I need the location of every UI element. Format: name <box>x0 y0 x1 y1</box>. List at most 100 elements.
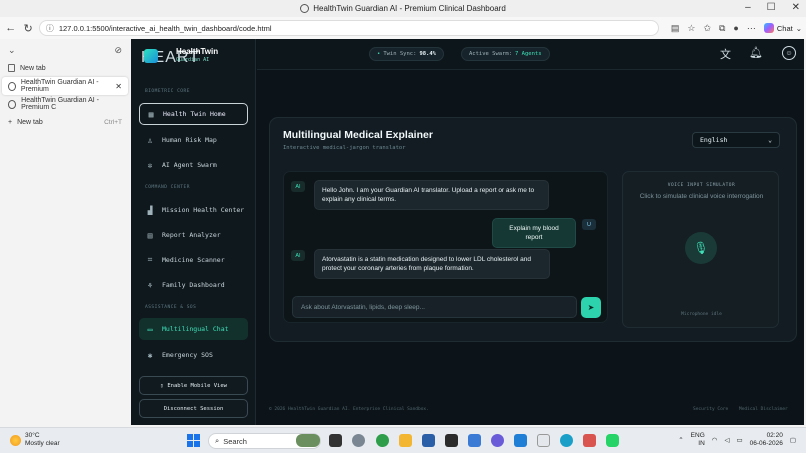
tab-healthtwin[interactable]: HealthTwin Guardian AI - Premium C <box>2 95 128 113</box>
asterisk-icon: ✱ <box>147 350 153 360</box>
section-label-biometric: BIOMETRIC CORE <box>145 89 190 94</box>
notification-icon[interactable]: ▢ <box>790 436 796 444</box>
sidebar-item-ai-agent-swarm[interactable]: ✲ AI Agent Swarm <box>139 154 248 176</box>
start-button[interactable] <box>187 434 200 447</box>
sidebar-item-health-twin-home[interactable]: ▦ Health Twin Home <box>139 103 248 125</box>
wifi-icon[interactable]: ◠ <box>712 436 718 444</box>
pin-panel-icon[interactable]: ⊘ <box>114 45 122 55</box>
status-dot-icon: • <box>377 51 381 57</box>
more-options-icon[interactable]: ⋯ <box>747 23 756 34</box>
person-icon: ♙ <box>147 135 153 145</box>
back-button[interactable]: ← <box>4 21 17 35</box>
clock[interactable]: 02:20 06-06-2026 <box>750 432 783 448</box>
snipping-tool-icon[interactable] <box>583 434 596 447</box>
voice-input-simulator[interactable]: VOICE INPUT SIMULATOR Click to simulate … <box>622 171 779 328</box>
font-app-icon[interactable] <box>537 434 550 447</box>
tab-healthtwin-active[interactable]: HealthTwin Guardian AI - Premium ✕ <box>2 77 128 95</box>
copilot-icon <box>763 23 774 33</box>
reload-button[interactable]: ↻ <box>21 21 34 35</box>
phone-icon: ▯ <box>160 382 164 389</box>
calculator-icon[interactable] <box>468 434 481 447</box>
chevron-up-icon[interactable]: ⌃ <box>678 436 683 444</box>
chat-input[interactable]: Ask about Atorvastatin, lipids, deep sle… <box>292 296 577 318</box>
terminal-icon[interactable] <box>445 434 458 447</box>
close-tab-icon[interactable]: ✕ <box>115 82 122 91</box>
chevron-down-icon: ⌄ <box>795 23 802 33</box>
voice-title: VOICE INPUT SIMULATOR <box>667 183 736 188</box>
section-label-assistance: ASSISTANCE & SOS <box>145 305 197 310</box>
store-icon[interactable] <box>422 434 435 447</box>
weather-widget[interactable]: 30°C Mostly clear <box>10 432 60 448</box>
reader-mode-icon[interactable]: ▤ <box>671 23 680 34</box>
window-title: HealthTwin Guardian AI - Premium Clinica… <box>300 4 506 13</box>
avatar[interactable]: ☺ <box>782 46 796 60</box>
twin-sync-badge: • Twin Sync: 98.4% <box>369 47 444 61</box>
translate-icon[interactable]: 文 <box>720 46 731 62</box>
microphone-status: Microphone idle <box>681 312 722 317</box>
sidebar-item-report-analyzer[interactable]: ▤ Report Analyzer <box>139 224 248 246</box>
dashboard-icon: ▦ <box>148 109 154 119</box>
sidebar-item-family-dashboard[interactable]: ⚘ Family Dashboard <box>139 274 248 296</box>
window-controls: – ☐ ✕ <box>745 2 800 13</box>
footer-disclaimer-link[interactable]: Medical Disclaimer <box>739 407 788 412</box>
copilot-chat-button[interactable]: Chat ⌄ <box>763 23 802 33</box>
profile-icon[interactable]: ● <box>733 23 738 33</box>
collections-icon[interactable]: ⧉ <box>719 23 725 34</box>
sidebar-item-medicine-scanner[interactable]: ⌗ Medicine Scanner <box>139 249 248 271</box>
language-select[interactable]: English ⌄ <box>692 132 780 148</box>
disconnect-session-button[interactable]: Disconnect Session <box>139 399 248 418</box>
footer-security-link[interactable]: Security Core <box>693 407 728 412</box>
globe-icon <box>8 99 17 109</box>
footer-copyright: © 2026 HealthTwin Guardian AI. Enterpris… <box>269 407 429 412</box>
settings-icon[interactable] <box>352 434 365 447</box>
chevron-down-icon: ⌄ <box>768 136 772 144</box>
globe-icon <box>300 4 310 13</box>
browser-toolbar: ← ↻ ⓘ 127.0.0.1:5500/interactive_ai_heal… <box>0 17 806 39</box>
ai-avatar: AI <box>291 250 305 261</box>
sidebar-item-mission-health-center[interactable]: ▟ Mission Health Center <box>139 199 248 221</box>
page-icon <box>8 64 15 72</box>
sidebar-item-emergency-sos[interactable]: ✱ Emergency SOS <box>139 344 248 366</box>
chart-icon: ▟ <box>147 205 153 215</box>
favorites-icon[interactable]: ✩ <box>703 23 711 34</box>
weather-sun-icon <box>10 434 21 446</box>
logo-mark-icon <box>144 49 158 63</box>
app-icon[interactable] <box>491 434 504 447</box>
new-tab-button[interactable]: + New tab Ctrl+T <box>2 113 128 131</box>
toolbar-icons: ▤ ☆ ✩ ⧉ ● ⋯ Chat ⌄ <box>671 23 802 34</box>
language-indicator[interactable]: ENG IN <box>691 432 705 448</box>
globe-icon <box>8 81 16 91</box>
microphone-button[interactable]: 🎙︎ <box>685 232 717 264</box>
enable-mobile-view-button[interactable]: ▯ Enable Mobile View <box>139 376 248 395</box>
send-button[interactable]: ➤ <box>581 297 601 318</box>
battery-icon[interactable]: ▭ <box>736 436 742 444</box>
notification-bell-icon[interactable]: 🔔︎ <box>749 46 763 59</box>
send-icon: ➤ <box>587 303 595 312</box>
minimize-button[interactable]: – <box>745 2 751 13</box>
window-titlebar: HealthTwin Guardian AI - Premium Clinica… <box>0 0 806 17</box>
edge-icon[interactable] <box>560 434 573 447</box>
widgets-icon[interactable] <box>296 434 320 447</box>
sidebar-item-multilingual-chat[interactable]: ▭ Multilingual Chat <box>139 318 248 340</box>
user-avatar: U <box>582 219 596 230</box>
tab-actions-chevron-icon[interactable]: ⌄ <box>8 45 16 55</box>
site-info-icon[interactable]: ⓘ <box>46 23 54 34</box>
chrome-icon[interactable] <box>376 434 389 447</box>
app-viewport: HEART HealthTwin Guardian AI BIOMETRIC C… <box>131 39 804 425</box>
whatsapp-icon[interactable] <box>606 434 619 447</box>
sidebar-item-human-risk-map[interactable]: ♙ Human Risk Map <box>139 129 248 151</box>
scanner-icon: ⌗ <box>147 255 153 264</box>
vscode-icon[interactable] <box>514 434 527 447</box>
task-view-icon[interactable] <box>329 434 342 447</box>
tab-new-tab[interactable]: New tab <box>2 59 128 77</box>
document-icon: ▤ <box>147 230 153 240</box>
favorite-star-icon[interactable]: ☆ <box>687 23 695 34</box>
close-window-button[interactable]: ✕ <box>792 2 800 13</box>
chat-message-ai: Hello John. I am your Guardian AI transl… <box>314 180 549 210</box>
file-explorer-icon[interactable] <box>399 434 412 447</box>
volume-icon[interactable]: ◁ <box>724 436 729 444</box>
voice-subtitle: Click to simulate clinical voice interro… <box>639 193 764 200</box>
card-title: Multilingual Medical Explainer <box>283 129 433 141</box>
address-bar[interactable]: ⓘ 127.0.0.1:5500/interactive_ai_health_t… <box>38 20 659 36</box>
maximize-button[interactable]: ☐ <box>767 2 776 13</box>
